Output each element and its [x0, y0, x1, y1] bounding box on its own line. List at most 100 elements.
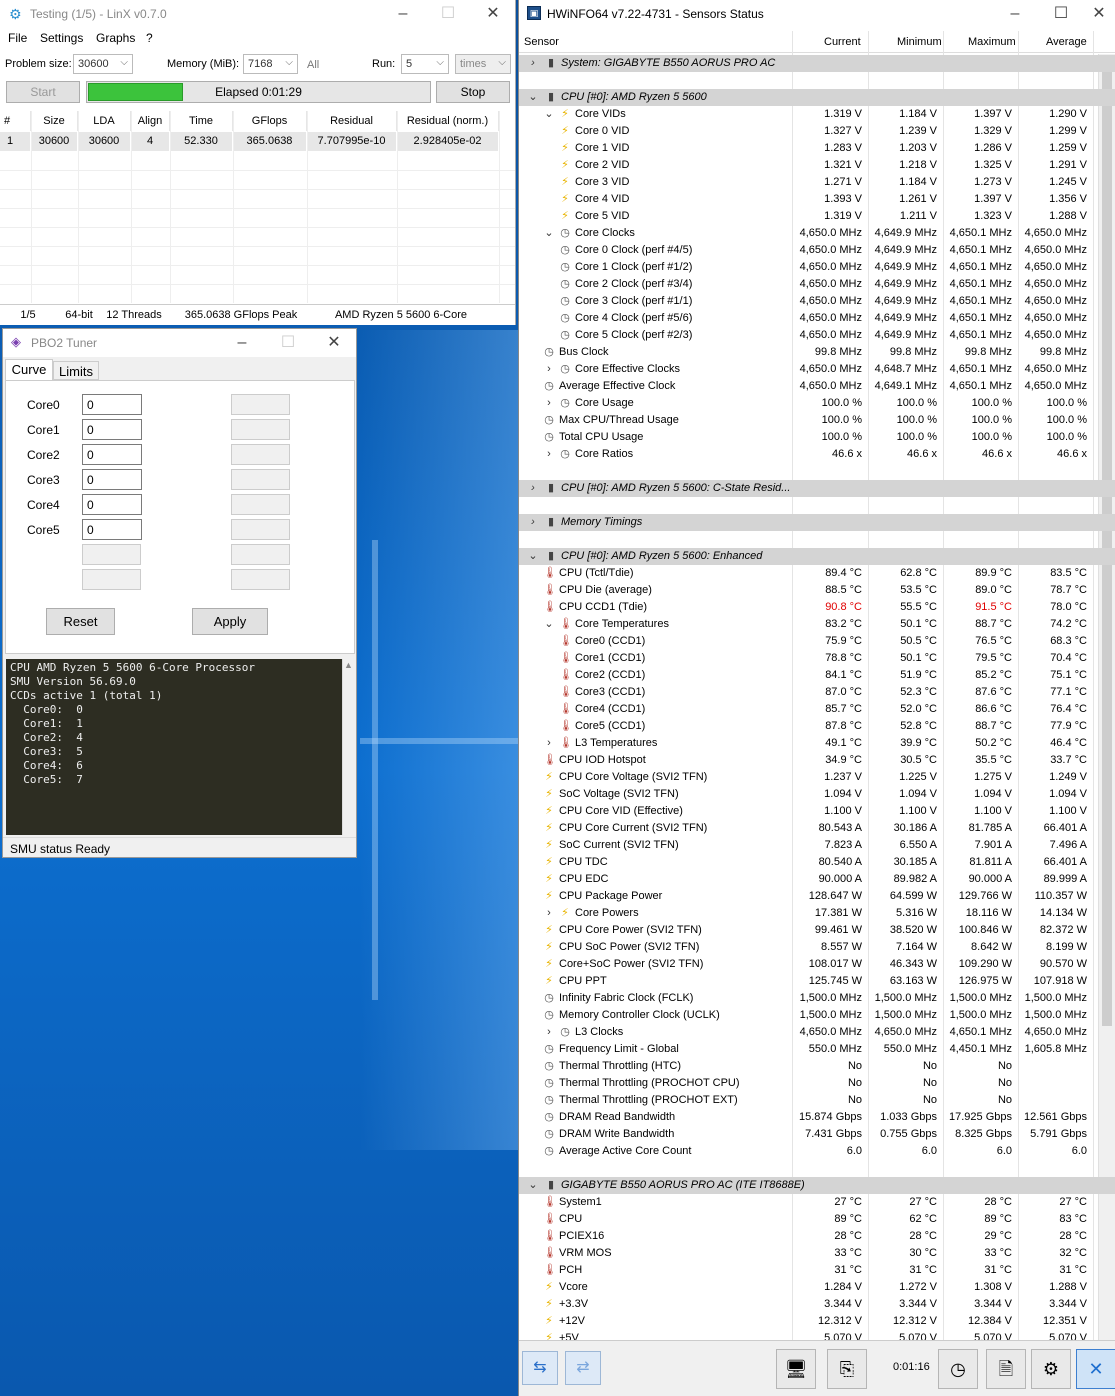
sensor-row[interactable]: ◷ Average Active Core Count 6.0 6.0 6.0 6.0 — [519, 1143, 1115, 1160]
sensor-row[interactable]: 🌡 System1 27 °C 27 °C 28 °C 27 °C — [519, 1194, 1115, 1211]
sensor-row[interactable]: ⚡ Vcore 1.284 V 1.272 V 1.308 V 1.288 V — [519, 1279, 1115, 1296]
sensor-row[interactable]: ⚡ SoC Current (SVI2 TFN) 7.823 A 6.550 A 7.9… — [519, 837, 1115, 854]
chevron-down-icon[interactable]: ⌄ — [527, 548, 539, 565]
maximize-button[interactable]: ☐ — [1041, 2, 1081, 26]
sensor-row[interactable]: ◷ Core 4 Clock (perf #5/6) 4,650.0 MHz 4,64… — [519, 310, 1115, 327]
sensor-row[interactable]: ⚡ CPU Core Current (SVI2 TFN) 80.543 A 30.1… — [519, 820, 1115, 837]
sensor-row[interactable]: 🌡 PCH 31 °C 31 °C 31 °C 31 °C — [519, 1262, 1115, 1279]
sensor-row[interactable]: 🌡 PCIEX16 28 °C 28 °C 29 °C 28 °C — [519, 1228, 1115, 1245]
sensor-row[interactable]: ⌄ ⚡ Core VIDs 1.319 V 1.184 V 1.397 V 1.290 V — [519, 106, 1115, 123]
reset-button[interactable]: Reset — [46, 608, 115, 635]
sensor-row[interactable]: ⚡ +12V 12.312 V 12.312 V 12.384 V 12.351 V — [519, 1313, 1115, 1330]
sensor-row[interactable]: ⌄ 🌡 Core Temperatures 83.2 °C 50.1 °C 88.7 °C… — [519, 616, 1115, 633]
col-sensor[interactable]: Sensor — [524, 36, 559, 48]
sensor-row[interactable]: ⚡ Core 0 VID 1.327 V 1.239 V 1.329 V 1.299 V — [519, 123, 1115, 140]
sensor-row[interactable]: ◷ Core 5 Clock (perf #2/3) 4,650.0 MHz 4,64… — [519, 327, 1115, 344]
chevron-up-icon[interactable]: ▲ — [344, 660, 353, 670]
chevron-right-icon[interactable]: › — [527, 55, 539, 72]
sensor-row[interactable]: ⌄ ◷ Core Clocks 4,650.0 MHz 4,649.9 MHz 4,650… — [519, 225, 1115, 242]
sensor-group-row[interactable]: › ▮ System: GIGABYTE B550 AORUS PRO AC — [519, 55, 1115, 72]
sensor-row[interactable]: ◷ DRAM Read Bandwidth 15.874 Gbps 1.033 Gbp… — [519, 1109, 1115, 1126]
core2-offset-input[interactable]: 0 — [82, 444, 142, 465]
chevron-right-icon[interactable]: › — [543, 735, 555, 752]
close-x-icon[interactable]: ✕ — [1076, 1349, 1115, 1389]
sensor-row[interactable]: ⚡ Core 5 VID 1.319 V 1.211 V 1.323 V 1.288 V — [519, 208, 1115, 225]
sensor-row[interactable]: ◷ Core 0 Clock (perf #4/5) 4,650.0 MHz 4,64… — [519, 242, 1115, 259]
hwinfo-titlebar[interactable]: ▣ HWiNFO64 v7.22-4731 - Sensors Status –… — [519, 0, 1115, 28]
sensor-row[interactable]: ⚡ Core+SoC Power (SVI2 TFN) 108.017 W 46.34… — [519, 956, 1115, 973]
monitor-icon[interactable]: 🖥 — [776, 1349, 816, 1389]
chevron-right-icon[interactable]: › — [543, 905, 555, 922]
sensor-row[interactable]: ◷ Core 2 Clock (perf #3/4) 4,650.0 MHz 4,64… — [519, 276, 1115, 293]
chevron-down-icon[interactable]: ⌄ — [543, 616, 555, 633]
chevron-down-icon[interactable]: ⌄ — [527, 1177, 539, 1194]
settings-gear-icon[interactable]: ⚙ — [1031, 1349, 1071, 1389]
sensor-row[interactable]: ⚡ CPU TDC 80.540 A 30.185 A 81.811 A 66.401 A — [519, 854, 1115, 871]
arrows-left-right-icon[interactable]: ⇆ — [522, 1351, 558, 1385]
sensor-group-row[interactable]: ⌄ ▮ CPU [#0]: AMD Ryzen 5 5600 — [519, 89, 1115, 106]
sensor-row[interactable]: ⚡ Core 2 VID 1.321 V 1.218 V 1.325 V 1.291 V — [519, 157, 1115, 174]
sensor-row[interactable]: ◷ Thermal Throttling (PROCHOT CPU) No No No — [519, 1075, 1115, 1092]
sensor-row[interactable]: ◷ Core 3 Clock (perf #1/1) 4,650.0 MHz 4,64… — [519, 293, 1115, 310]
sensor-group-row[interactable]: › ▮ CPU [#0]: AMD Ryzen 5 5600: C-State Re… — [519, 480, 1115, 497]
sensor-row[interactable]: 🌡 Core1 (CCD1) 78.8 °C 50.1 °C 79.5 °C 70.4 °… — [519, 650, 1115, 667]
sensor-row[interactable]: ⚡ CPU Core VID (Effective) 1.100 V 1.100 V 1… — [519, 803, 1115, 820]
chevron-down-icon[interactable]: ⌄ — [527, 89, 539, 106]
sensor-row[interactable]: ⚡ CPU Core Power (SVI2 TFN) 99.461 W 38.520… — [519, 922, 1115, 939]
col-minimum[interactable]: Minimum — [897, 36, 942, 48]
sensor-row[interactable]: ◷ Core 1 Clock (perf #1/2) 4,650.0 MHz 4,64… — [519, 259, 1115, 276]
core0-offset-input[interactable]: 0 — [82, 394, 142, 415]
sensor-row[interactable]: 🌡 Core3 (CCD1) 87.0 °C 52.3 °C 87.6 °C 77.1 °… — [519, 684, 1115, 701]
minimize-button[interactable]: – — [222, 331, 262, 355]
sensor-row[interactable]: ◷ Memory Controller Clock (UCLK) 1,500.0 M… — [519, 1007, 1115, 1024]
chevron-down-icon[interactable]: ⌄ — [543, 225, 555, 242]
report-add-icon[interactable]: 🗎 — [986, 1349, 1026, 1389]
sensor-row[interactable]: › ◷ L3 Clocks 4,650.0 MHz 4,650.0 MHz 4,650.1… — [519, 1024, 1115, 1041]
arrows-right-left-icon[interactable]: ⇄ — [565, 1351, 601, 1385]
sensor-row[interactable]: ◷ Total CPU Usage 100.0 % 100.0 % 100.0 % 100… — [519, 429, 1115, 446]
sensor-group-row[interactable]: › ▮ Memory Timings — [519, 514, 1115, 531]
sensor-row[interactable]: 🌡 Core2 (CCD1) 84.1 °C 51.9 °C 85.2 °C 75.1 °… — [519, 667, 1115, 684]
sensor-row[interactable]: › ◷ Core Usage 100.0 % 100.0 % 100.0 % 100.0 % — [519, 395, 1115, 412]
core3-offset-input[interactable]: 0 — [82, 469, 142, 490]
sensor-row[interactable]: ⚡ +3.3V 3.344 V 3.344 V 3.344 V 3.344 V — [519, 1296, 1115, 1313]
sensor-row[interactable]: 🌡 CPU IOD Hotspot 34.9 °C 30.5 °C 35.5 °C 33.… — [519, 752, 1115, 769]
chevron-right-icon[interactable]: › — [543, 395, 555, 412]
chevron-right-icon[interactable]: › — [527, 480, 539, 497]
col-maximum[interactable]: Maximum — [968, 36, 1016, 48]
sensor-row[interactable]: ⚡ CPU EDC 90.000 A 89.982 A 90.000 A 89.999 A — [519, 871, 1115, 888]
clock-icon[interactable]: ◷ — [938, 1349, 978, 1389]
sensor-row[interactable]: ⚡ +5V 5.070 V 5.070 V 5.070 V 5.070 V — [519, 1330, 1115, 1340]
col-current[interactable]: Current — [824, 36, 861, 48]
sensor-row[interactable]: ◷ Bus Clock 99.8 MHz 99.8 MHz 99.8 MHz 99.8 M… — [519, 344, 1115, 361]
sensor-row[interactable]: 🌡 CPU 89 °C 62 °C 89 °C 83 °C — [519, 1211, 1115, 1228]
core4-offset-input[interactable]: 0 — [82, 494, 142, 515]
sensor-row[interactable]: ⚡ Core 1 VID 1.283 V 1.203 V 1.286 V 1.259 V — [519, 140, 1115, 157]
sensor-row[interactable]: ⚡ CPU PPT 125.745 W 63.163 W 126.975 W 107.91… — [519, 973, 1115, 990]
sensor-row[interactable]: ⚡ Core 3 VID 1.271 V 1.184 V 1.273 V 1.245 V — [519, 174, 1115, 191]
maximize-button[interactable]: ☐ — [268, 331, 308, 355]
sensor-row[interactable]: 🌡 Core5 (CCD1) 87.8 °C 52.8 °C 88.7 °C 77.9 °… — [519, 718, 1115, 735]
chevron-right-icon[interactable]: › — [527, 514, 539, 531]
sensor-row[interactable]: ◷ Frequency Limit - Global 550.0 MHz 550.0 … — [519, 1041, 1115, 1058]
sensor-row[interactable]: › ◷ Core Effective Clocks 4,650.0 MHz 4,648.… — [519, 361, 1115, 378]
sensor-row[interactable]: 🌡 VRM MOS 33 °C 30 °C 33 °C 32 °C — [519, 1245, 1115, 1262]
sensor-row[interactable]: ◷ Infinity Fabric Clock (FCLK) 1,500.0 MHz… — [519, 990, 1115, 1007]
sensor-row[interactable]: ◷ DRAM Write Bandwidth 7.431 Gbps 0.755 Gbp… — [519, 1126, 1115, 1143]
chevron-right-icon[interactable]: › — [543, 446, 555, 463]
smu-console[interactable]: CPU AMD Ryzen 5 5600 6-Core Processor SM… — [6, 659, 342, 835]
close-button[interactable]: ✕ — [314, 331, 354, 355]
pbo-titlebar[interactable]: ◈ PBO2 Tuner – ☐ ✕ — [3, 329, 356, 357]
chevron-right-icon[interactable]: › — [543, 1024, 555, 1041]
sensor-row[interactable]: 🌡 CPU (Tctl/Tdie) 89.4 °C 62.8 °C 89.9 °C 83.… — [519, 565, 1115, 582]
chevron-down-icon[interactable]: ⌄ — [543, 106, 555, 123]
sensor-row[interactable]: 🌡 Core0 (CCD1) 75.9 °C 50.5 °C 76.5 °C 68.3 °… — [519, 633, 1115, 650]
sensor-row[interactable]: 🌡 Core4 (CCD1) 85.7 °C 52.0 °C 86.6 °C 76.4 °… — [519, 701, 1115, 718]
sensor-row[interactable]: 🌡 CPU Die (average) 88.5 °C 53.5 °C 89.0 °C 7… — [519, 582, 1115, 599]
core5-offset-input[interactable]: 0 — [82, 519, 142, 540]
close-button[interactable]: ✕ — [1079, 2, 1115, 26]
minimize-button[interactable]: – — [995, 2, 1035, 26]
sensor-row[interactable]: ⚡ CPU Core Voltage (SVI2 TFN) 1.237 V 1.225… — [519, 769, 1115, 786]
sensor-row[interactable]: › ◷ Core Ratios 46.6 x 46.6 x 46.6 x 46.6 x — [519, 446, 1115, 463]
sensor-row[interactable]: ◷ Thermal Throttling (PROCHOT EXT) No No No — [519, 1092, 1115, 1109]
